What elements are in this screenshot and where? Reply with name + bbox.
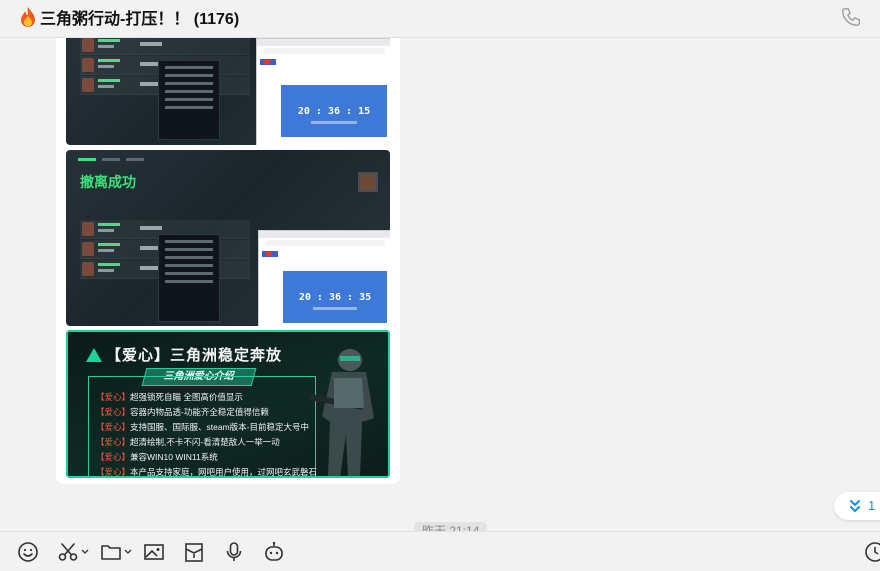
message-area[interactable]: 20 : 36 : 15 撤离成功 20: 36: 35 【爱心】三角洲稳定… (0, 38, 880, 531)
ad-frame (66, 330, 390, 478)
robot-icon (265, 541, 283, 561)
robot-button[interactable] (263, 541, 285, 563)
image-message-bubble: 20 : 36 : 15 撤离成功 20: 36: 35 【爱心】三角洲稳定… (56, 38, 400, 484)
game-screenshot-2[interactable]: 撤离成功 20 : 36 : 35 (66, 150, 390, 326)
chat-title-area: 三角粥行动-打压！！ (1176) (18, 6, 239, 28)
microphone-icon (226, 542, 242, 561)
ad-image[interactable]: 【爱心】三角洲稳定奔放 三角洲爱心介绍 【爱心】超强锁死自瞄 全图高价值显示 【… (66, 330, 390, 478)
avatar (82, 262, 94, 276)
chevron-down-icon (124, 549, 132, 554)
avatar (82, 222, 94, 236)
fire-emoji-icon (21, 7, 35, 27)
voice-button[interactable] (223, 541, 245, 563)
phone-icon[interactable] (840, 6, 862, 28)
time-widget: 20 : 36 : 15 (281, 85, 387, 137)
file-button[interactable] (100, 541, 132, 563)
chat-title: 三角粥行动-打压！！ (1176) (40, 11, 240, 28)
browser-window: 20 : 36 : 15 (256, 38, 390, 145)
item-panel (158, 234, 220, 322)
avatar (82, 78, 94, 92)
screenshot-button[interactable] (57, 541, 89, 563)
chevron-down-icon (81, 549, 89, 554)
extraction-success-heading: 撤离成功 (80, 174, 136, 190)
red-packet-button[interactable] (183, 541, 205, 563)
double-chevron-down-icon (850, 500, 860, 512)
avatar (82, 38, 94, 52)
item-panel (158, 60, 220, 140)
avatar (82, 58, 94, 72)
avatar (82, 242, 94, 256)
scissors-icon (58, 543, 78, 561)
game-tabbar (78, 156, 168, 164)
baidu-logo (260, 59, 276, 65)
image-icon (144, 544, 164, 560)
crate-icon (358, 172, 378, 192)
history-button[interactable] (864, 541, 880, 563)
input-toolbar (0, 531, 880, 571)
clock-time: 20 : 36 : 35 (298, 291, 372, 303)
game-screenshot-1[interactable]: 20 : 36 : 15 (66, 38, 390, 145)
chat-header: 三角粥行动-打压！！ (1176) (0, 0, 880, 38)
clock-time: 20 : 36 : 15 (297, 105, 371, 117)
emoji-button[interactable] (17, 541, 39, 563)
player-row (80, 38, 250, 55)
unread-count: 1 (868, 498, 876, 513)
browser-window: 20 : 36 : 35 (258, 230, 390, 326)
baidu-logo (262, 251, 278, 257)
new-messages-badge[interactable]: 1 (834, 492, 880, 520)
emoji-icon (18, 542, 38, 562)
image-button[interactable] (143, 541, 165, 563)
history-icon (865, 542, 880, 562)
time-widget: 20 : 36 : 35 (283, 271, 387, 323)
red-packet-icon (185, 543, 203, 562)
folder-icon (101, 545, 121, 560)
message-timestamp: 昨天 21:14 (414, 522, 488, 531)
